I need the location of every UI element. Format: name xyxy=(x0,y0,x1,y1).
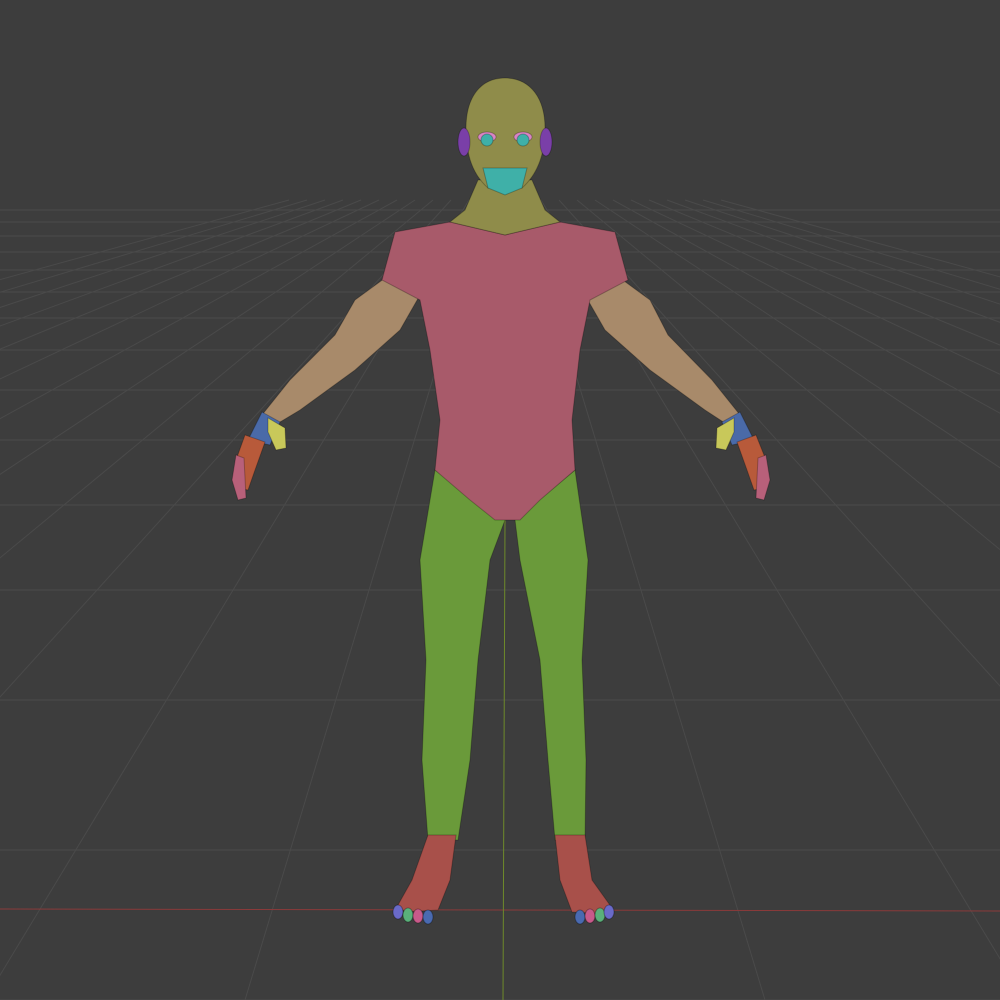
toe xyxy=(392,904,404,920)
3d-viewport[interactable] xyxy=(0,0,1000,1000)
toe xyxy=(584,908,596,924)
toe xyxy=(594,907,606,923)
left-eye-ring xyxy=(480,133,494,147)
toe xyxy=(574,909,586,925)
viewport-canvas[interactable] xyxy=(0,0,1000,1000)
right-eye-ring xyxy=(516,133,530,147)
toe xyxy=(412,908,424,924)
left-ear xyxy=(457,127,471,157)
toe xyxy=(402,907,414,923)
toe xyxy=(422,909,434,925)
toe xyxy=(603,904,615,920)
right-ear xyxy=(539,127,553,157)
